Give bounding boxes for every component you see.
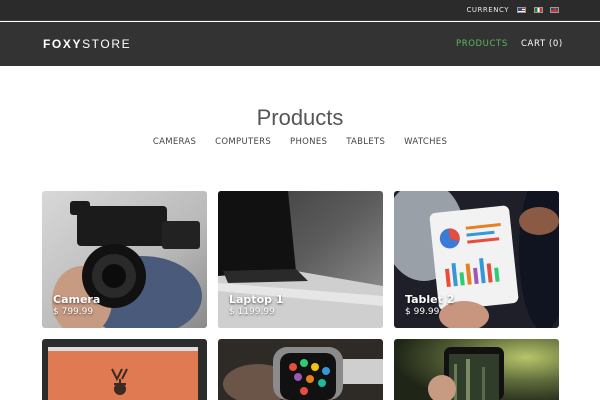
uk-flag-icon[interactable] xyxy=(550,7,559,13)
category-phones[interactable]: PHONES xyxy=(290,137,327,147)
product-card-smartwatch[interactable] xyxy=(218,339,383,400)
product-price: $ 799.99 xyxy=(53,307,94,317)
product-name: Tablet 2 xyxy=(405,293,455,306)
category-computers[interactable]: COMPUTERS xyxy=(215,137,271,147)
main-header: FOXYSTORE PRODUCTS CART (0) xyxy=(0,22,600,66)
product-price: $ 99.99 xyxy=(405,307,440,317)
product-name: Laptop 1 xyxy=(229,293,284,306)
currency-label: CURRENCY xyxy=(466,6,509,14)
product-card-desktop[interactable] xyxy=(42,339,207,400)
product-card-camera[interactable]: Camera $ 799.99 xyxy=(42,191,207,328)
product-price: $ 1199.99 xyxy=(229,307,275,317)
mx-flag-icon[interactable] xyxy=(534,7,543,13)
nav-cart-link[interactable]: CART (0) xyxy=(521,39,563,49)
product-name: Camera xyxy=(53,293,101,306)
product-card-tablet-2[interactable]: Tablet 2 $ 99.99 xyxy=(394,191,559,328)
category-watches[interactable]: WATCHES xyxy=(404,137,447,147)
category-cameras[interactable]: CAMERAS xyxy=(153,137,196,147)
product-card-laptop-1[interactable]: Laptop 1 $ 1199.99 xyxy=(218,191,383,328)
page-title: Products xyxy=(256,105,344,130)
nav-products-link[interactable]: PRODUCTS xyxy=(456,39,508,49)
product-card-phone[interactable] xyxy=(394,339,559,400)
logo-bold-text: FOXY xyxy=(43,37,83,51)
phone-photo xyxy=(394,339,559,400)
logo-light-text: STORE xyxy=(82,37,132,51)
desktop-photo xyxy=(42,339,207,400)
store-logo[interactable]: FOXYSTORE xyxy=(43,37,131,51)
category-tablets[interactable]: TABLETS xyxy=(346,137,385,147)
us-flag-icon[interactable] xyxy=(517,7,526,13)
smartwatch-photo xyxy=(218,339,383,400)
currency-bar: CURRENCY xyxy=(0,0,600,21)
category-nav: CAMERAS COMPUTERS PHONES TABLETS WATCHES xyxy=(0,137,600,147)
